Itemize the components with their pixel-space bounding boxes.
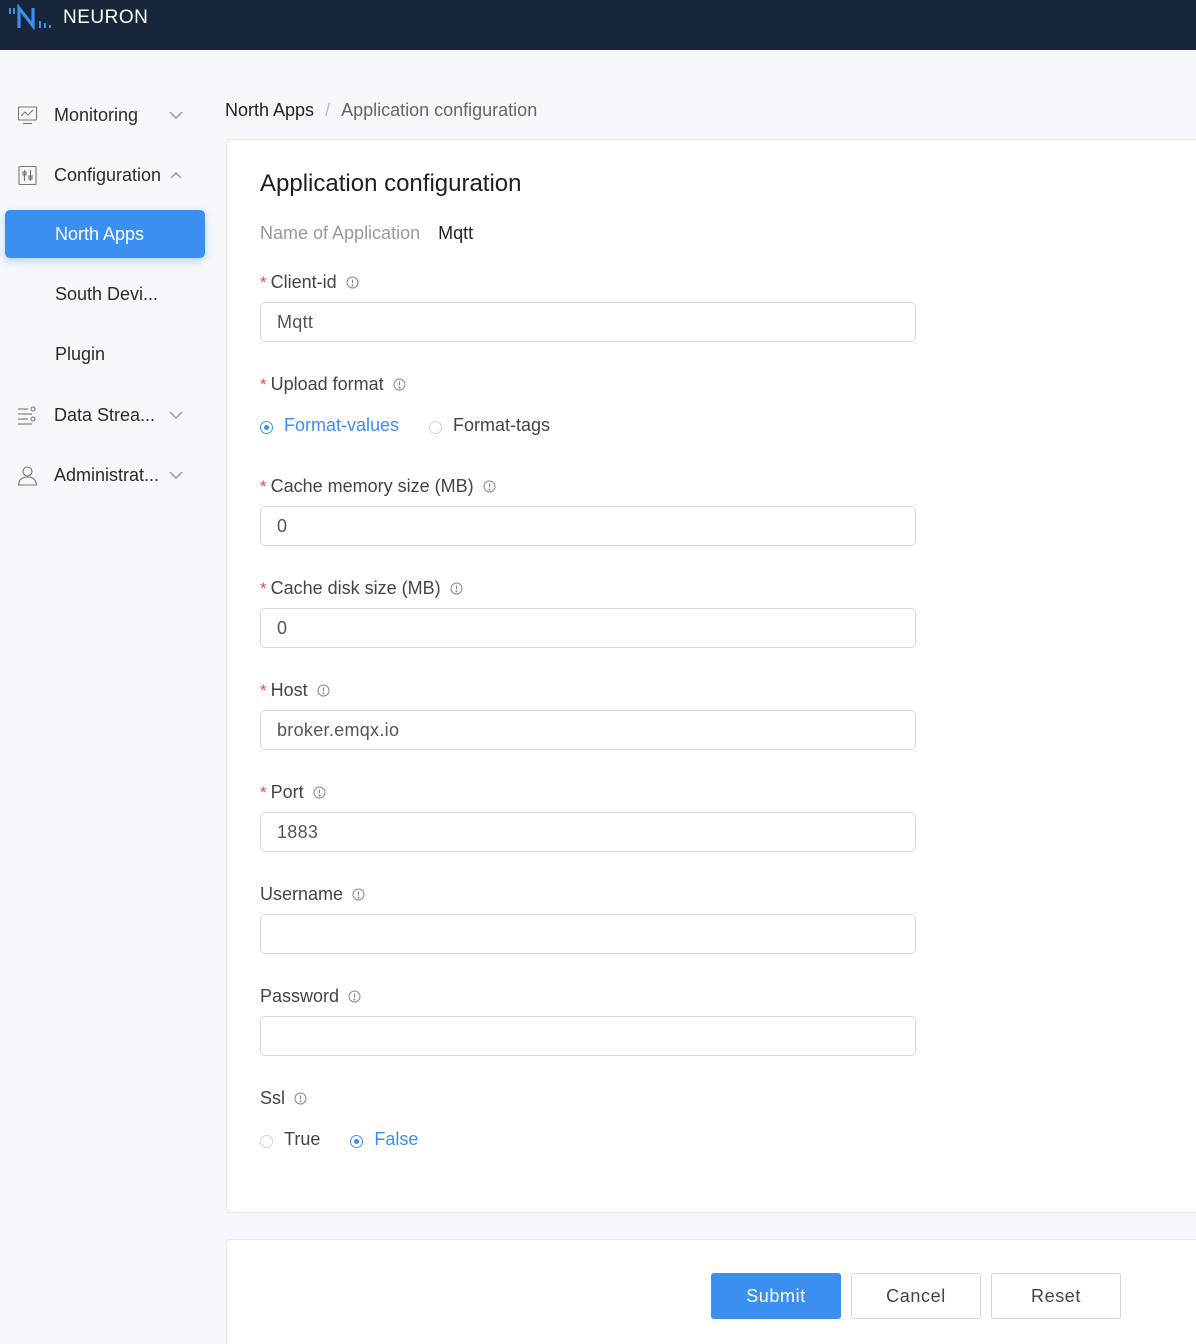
cache-memory-label: * Cache memory size (MB) [260, 476, 496, 497]
sidebar-group-label: Data Strea... [54, 404, 156, 425]
chevron-down-icon [169, 111, 183, 119]
config-form-card: Application configuration Name of Applic… [226, 139, 1196, 1213]
info-icon[interactable] [393, 378, 406, 391]
breadcrumb: North Apps / Application configuration [225, 100, 537, 121]
required-mark: * [260, 680, 267, 700]
user-icon [17, 466, 38, 486]
page-title: Application configuration [260, 170, 522, 197]
field-label-text: Cache memory size (MB) [270, 476, 474, 496]
sidebar-item-south-devices[interactable]: South Devi... [5, 270, 205, 318]
sidebar-group-configuration[interactable]: Configuration [0, 151, 210, 199]
required-mark: * [260, 782, 267, 802]
info-icon[interactable] [317, 684, 330, 697]
client-id-label: * Client-id [260, 272, 359, 293]
field-label-text: Upload format [270, 374, 384, 394]
neuron-logo-icon [9, 4, 51, 31]
ssl-radio-group: True False [260, 1129, 418, 1150]
port-label: * Port [260, 782, 326, 803]
field-label-text: Client-id [270, 272, 337, 292]
port-input[interactable]: 1883 [260, 812, 916, 852]
info-icon[interactable] [346, 276, 359, 289]
field-label-text: Ssl [260, 1088, 286, 1108]
host-label: * Host [260, 680, 330, 701]
sidebar-item-label: Plugin [55, 343, 106, 364]
application-name-label: Name of Application [260, 223, 421, 243]
radio-ssl-false[interactable]: False [350, 1129, 418, 1150]
brand-name: NEURON [63, 7, 149, 28]
radio-label: Format-tags [453, 415, 551, 435]
radio-label: Format-values [284, 415, 400, 435]
sidebar-group-data-stream[interactable]: Data Strea... [0, 391, 210, 439]
required-mark: * [260, 374, 267, 394]
data-stream-icon [18, 406, 36, 425]
chevron-down-icon [169, 471, 183, 479]
top-header-bar: NEURON [0, 0, 1196, 50]
radio-format-values[interactable]: Format-values [260, 415, 399, 436]
ssl-label: Ssl [260, 1088, 307, 1109]
field-label-text: Username [260, 884, 344, 904]
client-id-input[interactable]: Mqtt [260, 302, 916, 342]
radio-label: False [374, 1129, 419, 1149]
upload-format-radio-group: Format-values Format-tags [260, 415, 550, 436]
radio-format-tags[interactable]: Format-tags [429, 415, 550, 436]
cache-disk-label: * Cache disk size (MB) [260, 578, 463, 599]
info-icon[interactable] [483, 480, 496, 493]
config-sliders-icon [18, 165, 37, 186]
info-icon[interactable] [313, 786, 326, 799]
chevron-up-icon [170, 172, 182, 179]
sidebar: Monitoring Configuration North Apps Sout… [0, 50, 210, 1344]
sidebar-group-monitoring[interactable]: Monitoring [0, 91, 210, 139]
info-icon[interactable] [294, 1092, 307, 1105]
username-input[interactable] [260, 914, 916, 954]
sidebar-item-plugin[interactable]: Plugin [5, 330, 205, 378]
radio-circle [260, 1135, 273, 1148]
application-name-value: Mqtt [438, 223, 474, 243]
chevron-down-icon [169, 411, 183, 419]
submit-button[interactable]: Submit [711, 1273, 841, 1319]
required-mark: * [260, 578, 267, 598]
field-label-text: Port [270, 782, 304, 802]
radio-circle [260, 421, 273, 434]
sidebar-group-label: Configuration [54, 164, 162, 185]
field-label-text: Password [260, 986, 340, 1006]
password-input[interactable] [260, 1016, 916, 1056]
cache-memory-input[interactable]: 0 [260, 506, 916, 546]
info-icon[interactable] [450, 582, 463, 595]
reset-button[interactable]: Reset [991, 1273, 1121, 1319]
username-label: Username [260, 884, 365, 905]
sidebar-item-label: North Apps [55, 223, 145, 244]
sidebar-group-administration[interactable]: Administrat... [0, 451, 210, 499]
sidebar-item-north-apps[interactable]: North Apps [5, 210, 205, 258]
breadcrumb-current: Application configuration [341, 100, 538, 120]
host-input[interactable]: broker.emqx.io [260, 710, 916, 750]
required-mark: * [260, 476, 267, 496]
info-icon[interactable] [348, 990, 361, 1003]
radio-label: True [284, 1129, 321, 1149]
upload-format-label: * Upload format [260, 374, 406, 395]
radio-circle [350, 1135, 364, 1148]
sidebar-item-label: South Devi... [55, 283, 159, 304]
neuron-logo[interactable]: NEURON [8, 4, 148, 32]
cache-disk-input[interactable]: 0 [260, 608, 916, 648]
application-name-row: Name of Application Mqtt [260, 223, 473, 244]
info-icon[interactable] [352, 888, 365, 901]
field-label-text: Cache disk size (MB) [270, 578, 441, 598]
breadcrumb-separator: / [325, 100, 331, 120]
cancel-button[interactable]: Cancel [851, 1273, 981, 1319]
required-mark: * [260, 272, 267, 292]
sidebar-group-label: Monitoring [54, 104, 139, 125]
password-label: Password [260, 986, 361, 1007]
radio-ssl-true[interactable]: True [260, 1129, 320, 1150]
radio-circle [429, 421, 443, 434]
form-actions-bar: Submit Cancel Reset [226, 1239, 1196, 1344]
field-label-text: Host [270, 680, 308, 700]
sidebar-group-label: Administrat... [54, 464, 160, 485]
monitor-chart-icon [17, 106, 38, 125]
breadcrumb-north-apps[interactable]: North Apps [225, 100, 314, 121]
